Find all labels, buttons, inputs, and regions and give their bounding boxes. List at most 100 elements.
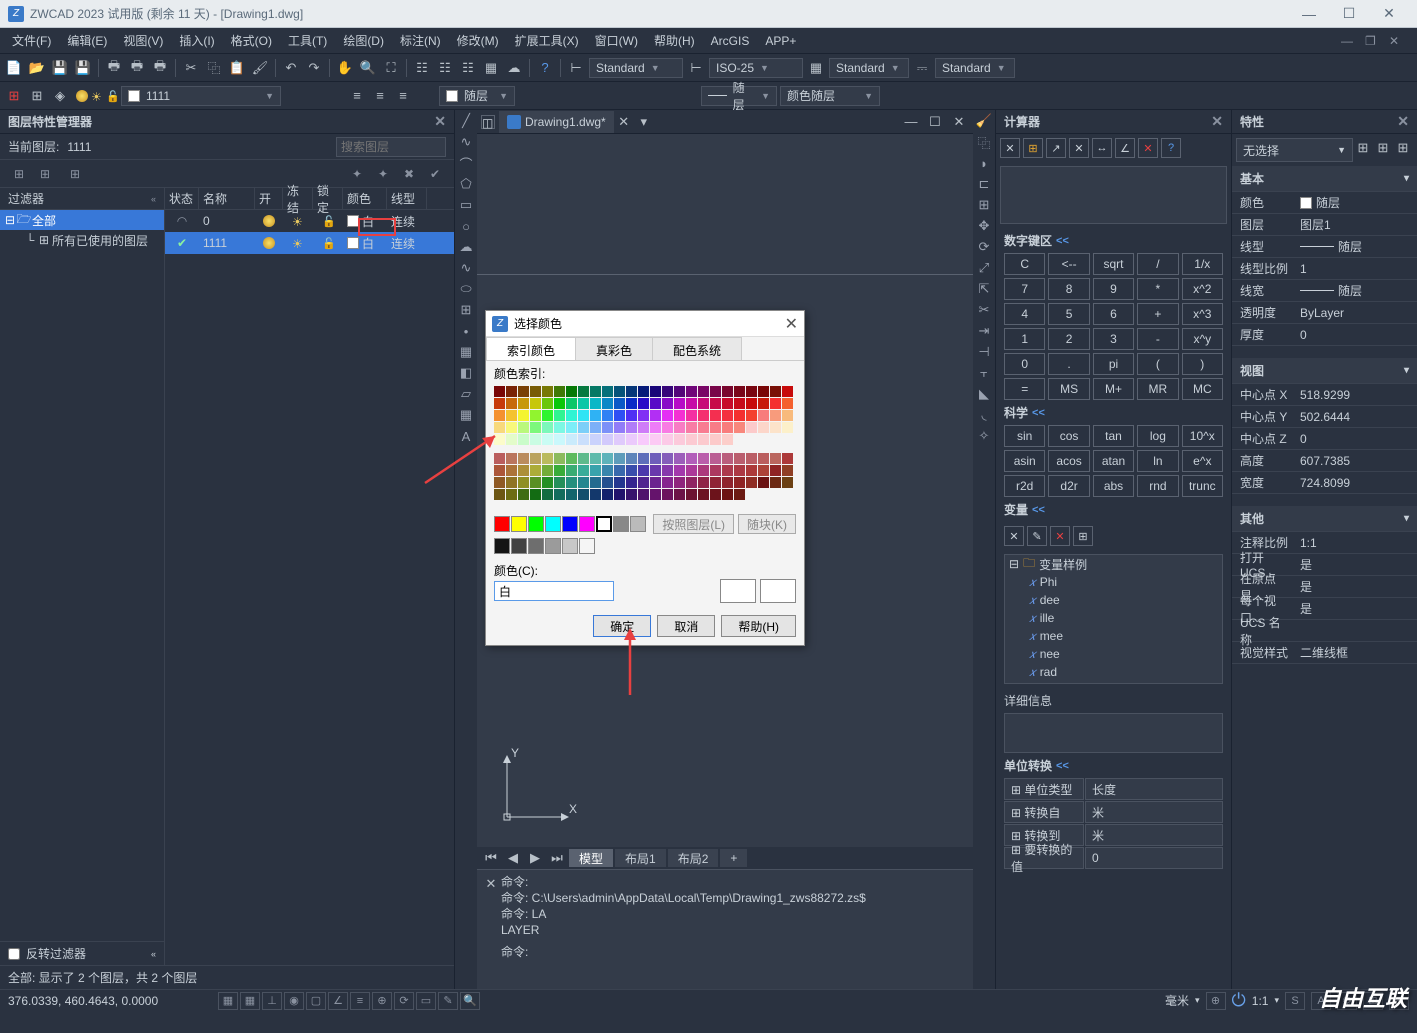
palette-swatch[interactable] <box>566 489 577 500</box>
palette-swatch[interactable] <box>674 465 685 476</box>
calc-key-)[interactable]: ) <box>1182 353 1223 375</box>
palette-swatch[interactable] <box>578 434 589 445</box>
hatch2-icon[interactable]: ▦ <box>457 343 475 361</box>
palette-swatch[interactable] <box>782 410 793 421</box>
palette-swatch[interactable] <box>698 398 709 409</box>
otrack-button[interactable]: ∠ <box>328 992 348 1010</box>
palette-swatch[interactable] <box>638 489 649 500</box>
palette-swatch[interactable] <box>710 453 721 464</box>
layout2-tab[interactable]: 布局2 <box>668 849 719 867</box>
palette-swatch[interactable] <box>662 465 673 476</box>
proprow[interactable]: 颜色 随层 <box>1232 192 1417 214</box>
palette-swatch[interactable] <box>530 477 541 488</box>
col-name[interactable]: 名称 <box>199 188 255 209</box>
palette-swatch[interactable] <box>542 453 553 464</box>
palette-swatch[interactable] <box>650 398 661 409</box>
undo-icon[interactable]: ↶ <box>281 58 301 78</box>
save-icon[interactable]: 💾 <box>50 58 70 78</box>
lower-palette[interactable] <box>494 453 796 500</box>
ellipse-icon[interactable]: ⬭ <box>457 280 475 298</box>
calc-key-x^y[interactable]: x^y <box>1182 328 1223 350</box>
lw2-icon[interactable]: ≡ <box>370 86 390 106</box>
palette-swatch[interactable] <box>710 422 721 433</box>
hatch-icon[interactable]: ▦ <box>481 58 501 78</box>
base-swatch[interactable] <box>596 516 612 532</box>
palette-swatch[interactable] <box>590 477 601 488</box>
palette-swatch[interactable] <box>494 398 505 409</box>
calc-hist-button[interactable]: ⊞ <box>1023 138 1043 158</box>
palette-swatch[interactable] <box>494 489 505 500</box>
mirror-icon[interactable]: ◗ <box>975 154 993 172</box>
palette-swatch[interactable] <box>686 477 697 488</box>
trim-icon[interactable]: ✂ <box>975 301 993 319</box>
palette-swatch[interactable] <box>698 465 709 476</box>
var-new-button[interactable]: ✕ <box>1004 526 1024 546</box>
ok-button[interactable]: 确定 <box>593 615 651 637</box>
unit-value[interactable]: 米 <box>1085 801 1223 823</box>
invert-filter-row[interactable]: 反转过滤器 « <box>0 941 164 965</box>
help-icon[interactable]: ? <box>535 58 555 78</box>
palette-swatch[interactable] <box>530 398 541 409</box>
var-section-header[interactable]: 变量<< <box>996 497 1231 522</box>
break-icon[interactable]: ⊣ <box>975 343 993 361</box>
palette-swatch[interactable] <box>602 489 613 500</box>
doc-min-icon[interactable]: — <box>901 112 921 132</box>
palette-swatch[interactable] <box>602 477 613 488</box>
tbl-icon[interactable]: ▦ <box>806 58 826 78</box>
palette-swatch[interactable] <box>722 398 733 409</box>
palette-swatch[interactable] <box>518 434 529 445</box>
palette-swatch[interactable] <box>674 434 685 445</box>
palette-swatch[interactable] <box>674 477 685 488</box>
calc-key-ln[interactable]: ln <box>1137 450 1178 472</box>
var-Phi[interactable]: 𝑥Phi <box>1005 573 1222 591</box>
palette-swatch[interactable] <box>530 410 541 421</box>
palette-swatch[interactable] <box>734 489 745 500</box>
palette-swatch[interactable] <box>758 453 769 464</box>
tablestyle-combo[interactable]: Standard▼ <box>829 58 909 78</box>
palette-swatch[interactable] <box>650 465 661 476</box>
rotate-icon[interactable]: ⟳ <box>975 238 993 256</box>
unit-section-header[interactable]: 单位转换<< <box>996 753 1231 778</box>
palette-swatch[interactable] <box>554 453 565 464</box>
palette-swatch[interactable] <box>518 477 529 488</box>
palette-swatch[interactable] <box>626 465 637 476</box>
palette-swatch[interactable] <box>602 465 613 476</box>
tab-true-color[interactable]: 真彩色 <box>575 337 653 360</box>
palette-swatch[interactable] <box>770 410 781 421</box>
palette-swatch[interactable] <box>686 398 697 409</box>
mag-button[interactable]: 🔍 <box>460 992 480 1010</box>
unit-value[interactable]: 0 <box>1085 847 1223 869</box>
proprow[interactable]: 图层图层1 <box>1232 214 1417 236</box>
new-icon[interactable]: 📄 <box>4 58 24 78</box>
menu-format[interactable]: 格式(O) <box>223 29 280 52</box>
palette-swatch[interactable] <box>614 410 625 421</box>
cut-icon[interactable]: ✂ <box>181 58 201 78</box>
palette-swatch[interactable] <box>602 410 613 421</box>
palette-swatch[interactable] <box>782 453 793 464</box>
palette-swatch[interactable] <box>746 410 757 421</box>
palette-swatch[interactable] <box>614 489 625 500</box>
ml-icon[interactable]: ⎓ <box>912 58 932 78</box>
redo-icon[interactable]: ↷ <box>304 58 324 78</box>
layer-row-0[interactable]: ◠ 0 ☀ 🔓 白 连续 <box>165 210 454 232</box>
calc-dist-button[interactable]: ↔ <box>1092 138 1112 158</box>
palette-swatch[interactable] <box>602 398 613 409</box>
palette-swatch[interactable] <box>590 386 601 397</box>
palette-swatch[interactable] <box>686 465 697 476</box>
palette-swatch[interactable] <box>638 465 649 476</box>
snap-button[interactable]: ▦ <box>218 992 238 1010</box>
palette-swatch[interactable] <box>590 465 601 476</box>
palette-swatch[interactable] <box>674 453 685 464</box>
palette-swatch[interactable] <box>686 410 697 421</box>
pan-icon[interactable]: ✋ <box>335 58 355 78</box>
scale-icon[interactable]: ⤢ <box>975 259 993 277</box>
palette-swatch[interactable] <box>602 422 613 433</box>
menu-arcgis[interactable]: ArcGIS <box>703 31 758 51</box>
var-mee[interactable]: 𝑥mee <box>1005 627 1222 645</box>
palette-swatch[interactable] <box>506 410 517 421</box>
palette-swatch[interactable] <box>758 410 769 421</box>
ltype-combo[interactable]: 随层▼ <box>701 86 777 106</box>
calc-key-M+[interactable]: M+ <box>1093 378 1134 400</box>
palette-swatch[interactable] <box>722 453 733 464</box>
doc-close-icon[interactable]: ✕ <box>614 112 634 132</box>
